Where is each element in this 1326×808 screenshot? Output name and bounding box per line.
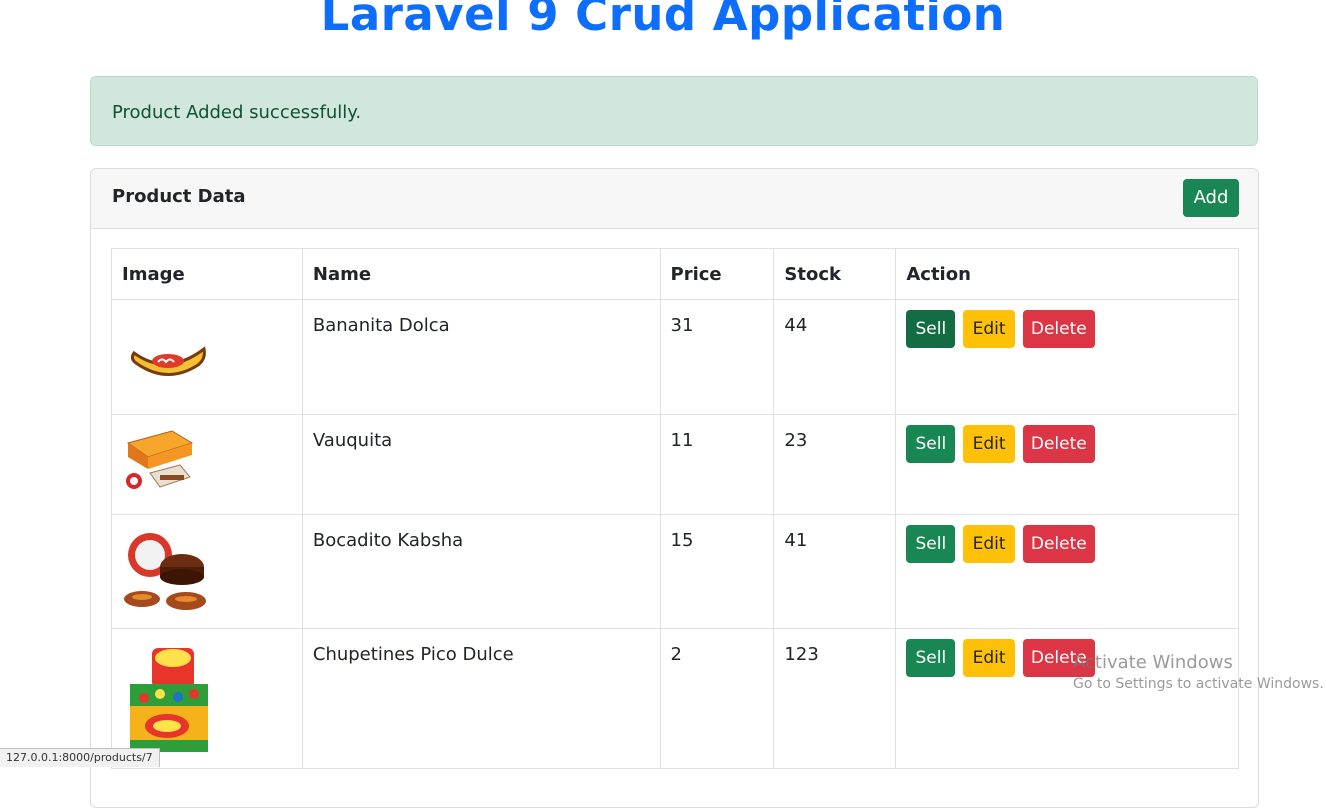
product-stock: 41 — [773, 514, 897, 629]
card-title: Product Data — [112, 186, 246, 207]
page-title: Laravel 9 Crud Application — [320, 0, 1006, 41]
alert-message: Product Added successfully. — [112, 102, 362, 123]
column-header-stock: Stock — [773, 248, 897, 300]
edit-button[interactable]: Edit — [963, 310, 1016, 348]
product-stock: 44 — [773, 299, 897, 415]
column-header-image: Image — [111, 248, 303, 300]
product-stock: 123 — [773, 628, 897, 769]
product-actions: Sell Edit Delete — [895, 628, 1239, 769]
product-name: Bananita Dolca — [301, 299, 661, 415]
product-image-cell — [111, 514, 303, 629]
table-row: Bocadito Kabsha 15 41 Sell Edit Delete — [111, 514, 1239, 629]
product-name: Chupetines Pico Dulce — [301, 628, 661, 769]
success-alert: Product Added successfully. — [90, 76, 1258, 146]
vauquita-product-image — [126, 430, 194, 489]
table-header-row: Image Name Price Stock Action — [111, 248, 1239, 300]
windows-activation-watermark: Activate Windows Go to Settings to activ… — [1073, 652, 1324, 692]
edit-button[interactable]: Edit — [963, 525, 1016, 563]
product-actions: Sell Edit Delete — [895, 414, 1239, 515]
products-table: Image Name Price Stock Action Bananita D… — [111, 248, 1239, 769]
column-header-price: Price — [659, 248, 775, 300]
sell-button[interactable]: Sell — [906, 310, 956, 348]
edit-button[interactable]: Edit — [963, 425, 1016, 463]
product-image-cell — [111, 414, 303, 515]
product-name: Bocadito Kabsha — [301, 514, 661, 629]
bananita-product-image — [130, 346, 206, 376]
watermark-subtitle: Go to Settings to activate Windows. — [1073, 676, 1324, 692]
add-product-button[interactable]: Add — [1183, 179, 1239, 217]
delete-button[interactable]: Delete — [1022, 525, 1095, 563]
watermark-title: Activate Windows — [1073, 652, 1233, 673]
sell-button[interactable]: Sell — [906, 525, 956, 563]
table-row: Chupetines Pico Dulce 2 123 Sell Edit De… — [111, 628, 1239, 769]
pico-dulce-product-image — [130, 648, 208, 752]
table-row: Bananita Dolca 31 44 Sell Edit Delete — [111, 299, 1239, 415]
delete-button[interactable]: Delete — [1022, 310, 1095, 348]
link-status-bar: 127.0.0.1:8000/products/7 — [0, 748, 160, 767]
product-card: Product Data Add Image Name Price Stock … — [90, 168, 1259, 808]
product-name: Vauquita — [301, 414, 661, 515]
product-image-cell — [111, 299, 303, 415]
column-header-name: Name — [301, 248, 661, 300]
sell-button[interactable]: Sell — [906, 639, 956, 677]
product-actions: Sell Edit Delete — [895, 514, 1239, 629]
edit-button[interactable]: Edit — [963, 639, 1016, 677]
product-price: 31 — [659, 299, 775, 415]
product-price: 15 — [659, 514, 775, 629]
kabsha-product-image — [124, 533, 206, 610]
column-header-action: Action — [895, 248, 1239, 300]
delete-button[interactable]: Delete — [1022, 425, 1095, 463]
product-stock: 23 — [773, 414, 897, 515]
card-header: Product Data Add — [91, 169, 1258, 229]
product-price: 2 — [659, 628, 775, 769]
table-row: Vauquita 11 23 Sell Edit Delete — [111, 414, 1239, 515]
product-price: 11 — [659, 414, 775, 515]
product-actions: Sell Edit Delete — [895, 299, 1239, 415]
sell-button[interactable]: Sell — [906, 425, 956, 463]
